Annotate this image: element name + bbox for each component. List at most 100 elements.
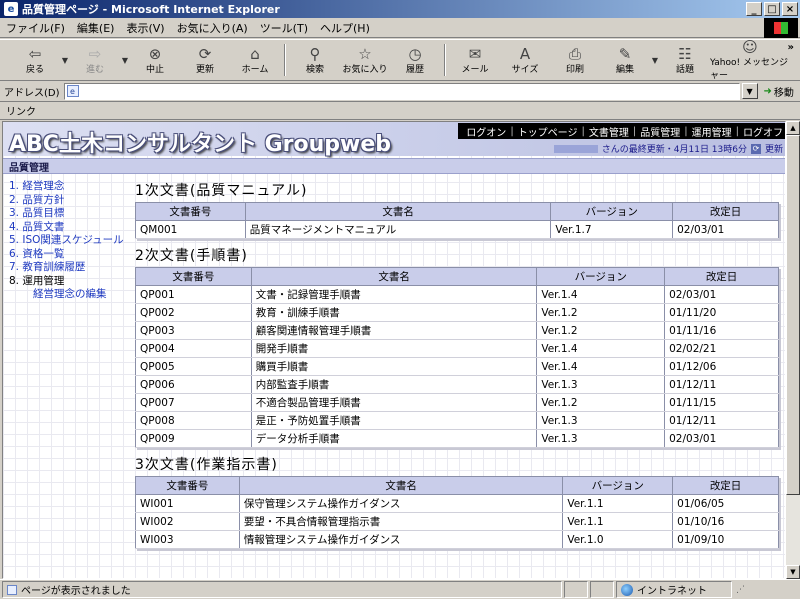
menu-help[interactable]: ヘルプ(H) — [320, 20, 370, 36]
doc-number: QP002 — [135, 303, 252, 322]
menu-favorites[interactable]: お気に入り(A) — [177, 20, 248, 36]
address-label: アドレス(D) — [4, 87, 60, 99]
sidebar-item-iso-schedule[interactable]: 5. ISO関連スケジュール — [9, 234, 133, 248]
nav-document-management[interactable]: 文書管理 — [589, 124, 629, 139]
discuss-icon: ☷ — [678, 44, 692, 63]
table-row[interactable]: QP001 文書・記録管理手順書 Ver.1.4 02/03/01 — [135, 285, 779, 304]
scroll-up-button[interactable]: ▲ — [786, 121, 800, 135]
table-row[interactable]: QP004 開発手順書 Ver.1.4 02/02/21 — [135, 339, 779, 358]
go-button[interactable]: ➜ 移動 — [764, 84, 794, 99]
scroll-down-button[interactable]: ▼ — [786, 565, 800, 579]
doc-revision-date: 01/11/15 — [664, 393, 779, 412]
column-header-version: バージョン — [550, 202, 674, 221]
size-button[interactable]: A サイズ — [500, 41, 550, 79]
sidebar-item-management-philosophy[interactable]: 1. 経営理念 — [9, 180, 133, 194]
doc-version: Ver.1.4 — [536, 357, 666, 376]
nav-quality-management[interactable]: 品質管理 — [640, 124, 680, 139]
back-button[interactable]: ⇦ 戻る — [10, 41, 60, 79]
forward-dropdown-icon[interactable]: ▼ — [120, 56, 130, 65]
vertical-scrollbar[interactable]: ▲ ▼ — [786, 121, 800, 579]
mail-button[interactable]: ✉ メール — [450, 41, 500, 79]
stop-button[interactable]: ⊗ 中止 — [130, 41, 180, 79]
nav-operation-management[interactable]: 運用管理 — [692, 124, 732, 139]
table-row[interactable]: QP006 内部監査手順書 Ver.1.3 01/12/11 — [135, 375, 779, 394]
doc-revision-date: 01/09/10 — [672, 530, 779, 549]
column-header-doc-number: 文書番号 — [135, 476, 240, 495]
doc-name-link[interactable]: 是正・予防処置手順書 — [250, 411, 538, 430]
back-dropdown-icon[interactable]: ▼ — [60, 56, 70, 65]
table-row[interactable]: QP002 教育・訓練手順書 Ver.1.2 01/11/20 — [135, 303, 779, 322]
resize-grip-icon[interactable]: ⋰ — [736, 585, 745, 595]
discuss-button[interactable]: ☷ 話題 — [660, 41, 710, 79]
sidebar-item-quality-documents[interactable]: 4. 品質文書 — [9, 221, 133, 235]
doc-number: QP006 — [135, 375, 252, 394]
sidebar-item-quality-policy[interactable]: 2. 品質方針 — [9, 194, 133, 208]
table-row[interactable]: WI002 要望・不具合情報管理指示書 Ver.1.1 01/10/16 — [135, 512, 779, 531]
links-label[interactable]: リンク — [6, 103, 36, 118]
table-row[interactable]: WI001 保守管理システム操作ガイダンス Ver.1.1 01/06/05 — [135, 494, 779, 513]
document-table: 文書番号 文書名 バージョン 改定日 QP001 文書・記録管理手順書 Ver.1.… — [135, 267, 779, 448]
doc-revision-date: 01/11/20 — [664, 303, 779, 322]
forward-button[interactable]: ⇨ 進む — [70, 41, 120, 79]
toolbar-separator — [284, 44, 286, 76]
edit-icon: ✎ — [618, 44, 632, 63]
doc-name-link[interactable]: 品質マネージメントマニュアル — [244, 220, 552, 239]
address-input[interactable]: e — [63, 82, 740, 100]
doc-name-link[interactable]: 内部監査手順書 — [250, 375, 538, 394]
doc-name-link[interactable]: 要望・不具合情報管理指示書 — [238, 512, 564, 531]
print-button[interactable]: ⎙ 印刷 — [550, 41, 600, 79]
table-row[interactable]: QP009 データ分析手順書 Ver.1.3 02/03/01 — [135, 429, 779, 448]
favorites-button[interactable]: ☆ お気に入り — [340, 41, 390, 79]
doc-name-link[interactable]: 文書・記録管理手順書 — [250, 285, 538, 304]
table-row[interactable]: QP008 是正・予防処置手順書 Ver.1.3 01/12/11 — [135, 411, 779, 430]
table-row[interactable]: QP003 顧客関連情報管理手順書 Ver.1.2 01/11/16 — [135, 321, 779, 340]
doc-name-link[interactable]: 教育・訓練手順書 — [250, 303, 538, 322]
table-row[interactable]: QP005 購買手順書 Ver.1.4 01/12/06 — [135, 357, 779, 376]
doc-name-link[interactable]: 不適合製品管理手順書 — [250, 393, 538, 412]
site-header: ABC土木コンサルタント Groupweb ログオン | トップページ | 文書管理… — [3, 122, 785, 157]
page-viewport: ABC土木コンサルタント Groupweb ログオン | トップページ | 文書管理… — [2, 121, 786, 579]
refresh-button[interactable]: ⟳ 更新 — [180, 41, 230, 79]
sidebar-item-training-history[interactable]: 7. 教育訓練履歴 — [9, 261, 133, 275]
doc-name-link[interactable]: 情報管理システム操作ガイダンス — [238, 530, 564, 549]
sidebar-item-quality-objectives[interactable]: 3. 品質目標 — [9, 207, 133, 221]
address-dropdown-button[interactable]: ▼ — [741, 83, 758, 99]
edit-dropdown-icon[interactable]: ▼ — [650, 56, 660, 65]
table-row[interactable]: WI003 情報管理システム操作ガイダンス Ver.1.0 01/09/10 — [135, 530, 779, 549]
menu-tools[interactable]: ツール(T) — [260, 20, 308, 36]
scroll-thumb[interactable] — [786, 135, 800, 495]
toolbar-more-button[interactable]: » — [788, 42, 794, 53]
ie-logo-icon: e — [4, 2, 18, 16]
home-button[interactable]: ⌂ ホーム — [230, 41, 280, 79]
menu-file[interactable]: ファイル(F) — [6, 20, 65, 36]
minimize-button[interactable]: _ — [746, 2, 762, 16]
search-button[interactable]: ⚲ 検索 — [290, 41, 340, 79]
sidebar-subitem-edit-philosophy[interactable]: 経営理念の編集 — [9, 288, 133, 302]
doc-number: WI003 — [135, 530, 240, 549]
refresh-icon[interactable]: ⟳ — [750, 143, 761, 154]
column-header-doc-name: 文書名 — [244, 202, 552, 221]
menu-view[interactable]: 表示(V) — [126, 20, 164, 36]
table-row[interactable]: QM001 品質マネージメントマニュアル Ver.1.7 02/03/01 — [135, 220, 779, 239]
doc-name-link[interactable]: データ分析手順書 — [250, 429, 538, 448]
close-button[interactable]: × — [782, 2, 798, 16]
doc-revision-date: 02/03/01 — [664, 429, 779, 448]
edit-button[interactable]: ✎ 編集 — [600, 41, 650, 79]
doc-name-link[interactable]: 購買手順書 — [250, 357, 538, 376]
doc-name-link[interactable]: 顧客関連情報管理手順書 — [250, 321, 538, 340]
sidebar-item-qualifications[interactable]: 6. 資格一覧 — [9, 248, 133, 262]
maximize-button[interactable]: □ — [764, 2, 780, 16]
doc-name-link[interactable]: 開発手順書 — [250, 339, 538, 358]
window-title: 品質管理ページ - Microsoft Internet Explorer — [22, 3, 280, 16]
table-row[interactable]: QP007 不適合製品管理手順書 Ver.1.2 01/11/15 — [135, 393, 779, 412]
menu-edit[interactable]: 編集(E) — [77, 20, 115, 36]
doc-version: Ver.1.3 — [536, 375, 666, 394]
refresh-link[interactable]: 更新 — [765, 142, 783, 155]
nav-logon[interactable]: ログオン — [466, 124, 506, 139]
nav-top-page[interactable]: トップページ — [518, 124, 578, 139]
doc-name-link[interactable]: 保守管理システム操作ガイダンス — [238, 494, 564, 513]
home-icon: ⌂ — [250, 44, 260, 63]
nav-logoff[interactable]: ログオフ — [743, 124, 783, 139]
history-button[interactable]: ◷ 履歴 — [390, 41, 440, 79]
messenger-button[interactable]: ☺ Yahoo! メッセンジャー — [710, 39, 790, 81]
